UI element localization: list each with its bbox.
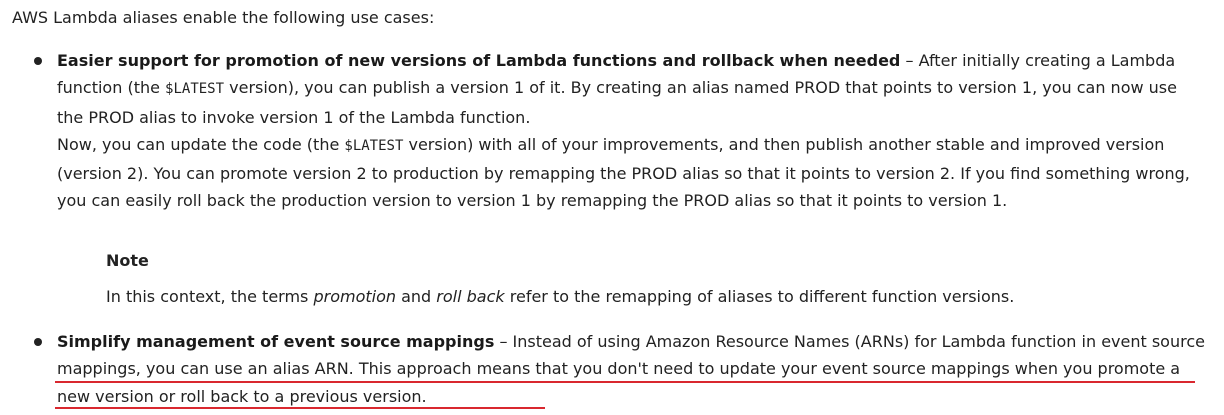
use-case-event-source-mappings: Simplify management of event source mapp…: [57, 328, 1207, 410]
note-text: In this context, the terms promotion and…: [106, 283, 1196, 310]
note-text-part: and: [396, 287, 437, 306]
documentation-page: AWS Lambda aliases enable the following …: [0, 0, 1224, 415]
intro-text: AWS Lambda aliases enable the following …: [12, 8, 435, 27]
use-case-heading: Simplify management of event source mapp…: [57, 332, 495, 351]
paragraph-text: Now, you can update the code (the: [57, 134, 345, 154]
code-latest: $LATEST: [165, 81, 225, 98]
bullet-dot: [34, 338, 42, 346]
term-promotion: promotion: [313, 287, 397, 306]
term-roll-back: roll back: [436, 287, 505, 306]
dash: –: [900, 51, 919, 70]
note-title: Note: [106, 251, 149, 270]
paragraph-text: version), you can publish a version 1 of…: [57, 78, 1177, 127]
highlight-underline: [55, 407, 545, 409]
bullet-dot: [34, 57, 42, 65]
use-case-promotion: Easier support for promotion of new vers…: [57, 47, 1207, 215]
use-case-heading: Easier support for promotion of new vers…: [57, 51, 901, 70]
code-latest: $LATEST: [344, 137, 404, 154]
dash: –: [494, 332, 513, 351]
note-text-part: In this context, the terms: [106, 287, 314, 306]
note-text-part: refer to the remapping of aliases to dif…: [504, 287, 1015, 306]
highlight-underline: [55, 381, 1195, 383]
